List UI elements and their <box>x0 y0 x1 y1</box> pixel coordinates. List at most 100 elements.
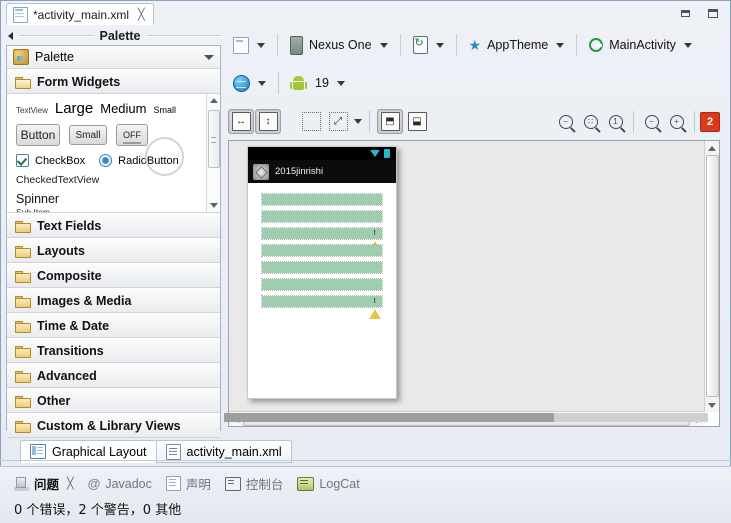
zoom-out-button[interactable]: − <box>639 109 664 134</box>
chevron-down-icon[interactable] <box>258 80 266 86</box>
palette-group-form-widgets[interactable]: Form Widgets <box>7 69 220 94</box>
spinner-sample[interactable]: Spinner Sub Item <box>7 186 220 212</box>
widget-checkbox[interactable]: CheckBox <box>35 155 85 167</box>
palette-category-images-media[interactable]: Images & Media <box>7 288 220 313</box>
widget-checkedtextview[interactable]: CheckedTextView <box>7 167 220 186</box>
palette-header-label: Palette <box>35 50 74 64</box>
config-toolbar-row1: Nexus One ★ AppTheme MainActivity <box>224 26 724 64</box>
layout-row[interactable] <box>261 227 383 251</box>
extract-include-button[interactable]: ⬓ <box>404 109 430 134</box>
palette-header[interactable]: Palette <box>7 46 220 69</box>
height-fill-icon: ↕ <box>258 111 278 131</box>
widget-small-text[interactable]: Small <box>154 105 177 115</box>
structure-outline-button[interactable] <box>298 109 324 134</box>
widget-spinner: Spinner <box>16 192 60 206</box>
scrollbar-thumb[interactable] <box>208 110 220 168</box>
tab-logcat[interactable]: LogCat <box>297 476 360 491</box>
palette-panel: Palette Palette Form Widgets TextView La… <box>6 26 221 438</box>
canvas-vertical-scrollbar[interactable] <box>704 141 719 412</box>
arrow-up-icon <box>209 98 218 103</box>
problems-summary-text: 0 个错误，2 个警告，0 其他 <box>14 503 182 518</box>
minimize-button[interactable] <box>673 4 697 22</box>
bottom-view-tabs: 问题 ╳ @ Javadoc 声明 控制台 LogCat <box>0 467 731 493</box>
palette-category-transitions[interactable]: Transitions <box>7 338 220 363</box>
device-preview[interactable]: 2015jinrishi <box>247 146 397 399</box>
chevron-down-icon[interactable] <box>354 118 362 124</box>
palette-category-layouts[interactable]: Layouts <box>7 238 220 263</box>
tab-console[interactable]: 控制台 <box>224 474 284 493</box>
zoom-in-button[interactable]: + <box>664 109 689 134</box>
maximize-button[interactable] <box>701 4 725 22</box>
layout-canvas[interactable]: 2015jinrishi <box>229 141 705 412</box>
toggle-height-fill-button[interactable]: ↕ <box>255 108 281 134</box>
zoom-out-full-button[interactable]: − <box>553 109 578 134</box>
editor-tab-activity-main-xml[interactable]: *activity_main.xml ╳ <box>6 3 154 25</box>
widget-textview[interactable]: TextView <box>16 106 48 115</box>
palette-category-time-date[interactable]: Time & Date <box>7 313 220 338</box>
graphical-layout-icon <box>30 444 46 459</box>
layout-row[interactable] <box>261 210 383 223</box>
distribute-weights-button[interactable]: ⤢ <box>325 109 351 134</box>
scroll-up-button[interactable] <box>705 141 719 155</box>
scrollbar-thumb[interactable] <box>224 413 554 422</box>
close-icon[interactable]: ╳ <box>138 8 145 21</box>
zoom-plus-icon: + <box>669 114 684 129</box>
folder-icon <box>15 370 31 383</box>
palette-icon <box>13 49 29 65</box>
wifi-icon <box>370 150 380 157</box>
chevron-down-icon[interactable] <box>336 80 345 86</box>
theme-selector[interactable]: ★ AppTheme <box>464 35 570 55</box>
close-icon[interactable]: ╳ <box>67 477 74 490</box>
palette-category-list: Text Fields Layouts Composite Images & M… <box>7 213 220 438</box>
layout-row[interactable] <box>261 261 383 274</box>
tab-javadoc[interactable]: @ Javadoc <box>88 476 152 491</box>
tab-problems[interactable]: 问题 ╳ <box>14 474 74 493</box>
chevron-down-icon[interactable] <box>683 42 692 48</box>
scrollbar-thumb[interactable] <box>706 155 719 397</box>
palette-category-advanced[interactable]: Advanced <box>7 363 220 388</box>
toolbar-separator <box>694 110 695 133</box>
zoom-actual-size-button[interactable]: 1 <box>603 109 628 134</box>
chevron-down-icon[interactable] <box>435 42 444 48</box>
palette-category-other[interactable]: Other <box>7 388 220 413</box>
arrow-down-icon <box>209 203 218 208</box>
palette-category-text-fields[interactable]: Text Fields <box>7 213 220 238</box>
orientation-selector[interactable] <box>408 33 449 57</box>
palette-category-composite[interactable]: Composite <box>7 263 220 288</box>
palette-scrollbar[interactable] <box>206 94 220 212</box>
scroll-down-button[interactable] <box>705 398 719 412</box>
layout-row[interactable] <box>261 278 383 291</box>
layout-row[interactable] <box>261 193 383 206</box>
layout-row[interactable] <box>261 244 383 257</box>
activity-icon <box>589 38 604 52</box>
widget-button[interactable]: Button <box>16 124 60 146</box>
widget-small-button[interactable]: Small <box>69 125 107 145</box>
api-level-selector[interactable]: 19 <box>286 73 350 93</box>
zoom-fit-button[interactable]: ∷ <box>578 109 603 134</box>
scroll-down-button[interactable] <box>207 199 220 212</box>
widget-medium-text[interactable]: Medium <box>100 101 146 116</box>
insert-into-parent-button[interactable]: ⬒ <box>377 108 403 134</box>
chevron-down-icon[interactable] <box>204 54 214 60</box>
device-selector[interactable]: Nexus One <box>285 33 393 58</box>
editor-horizontal-scrollbar[interactable] <box>224 413 708 422</box>
chevron-down-icon[interactable] <box>257 42 265 48</box>
chevron-down-icon[interactable] <box>556 42 565 48</box>
activity-selector[interactable]: MainActivity <box>584 35 697 55</box>
palette-category-custom-library-views[interactable]: Custom & Library Views <box>7 413 220 438</box>
category-label: Other <box>37 393 71 408</box>
scroll-up-button[interactable] <box>207 94 220 107</box>
toggle-width-fill-button[interactable]: ↔ <box>228 108 254 134</box>
widget-toggle-button[interactable]: OFF <box>116 124 148 146</box>
layout-config-selector[interactable] <box>228 34 270 57</box>
widget-large-text[interactable]: Large <box>55 100 93 117</box>
tab-declaration[interactable]: 声明 <box>165 474 211 493</box>
checkbox-icon <box>16 154 29 167</box>
collapse-left-icon[interactable] <box>8 31 13 40</box>
tab-label: 控制台 <box>245 478 284 492</box>
lint-warning-badge[interactable]: 2 <box>700 111 720 132</box>
chevron-down-icon[interactable] <box>379 42 388 48</box>
bottom-view-panel: 问题 ╳ @ Javadoc 声明 控制台 LogCat 0 个错误，2 个警告… <box>0 466 731 523</box>
layout-row[interactable] <box>261 295 383 319</box>
locale-selector[interactable] <box>228 72 271 95</box>
